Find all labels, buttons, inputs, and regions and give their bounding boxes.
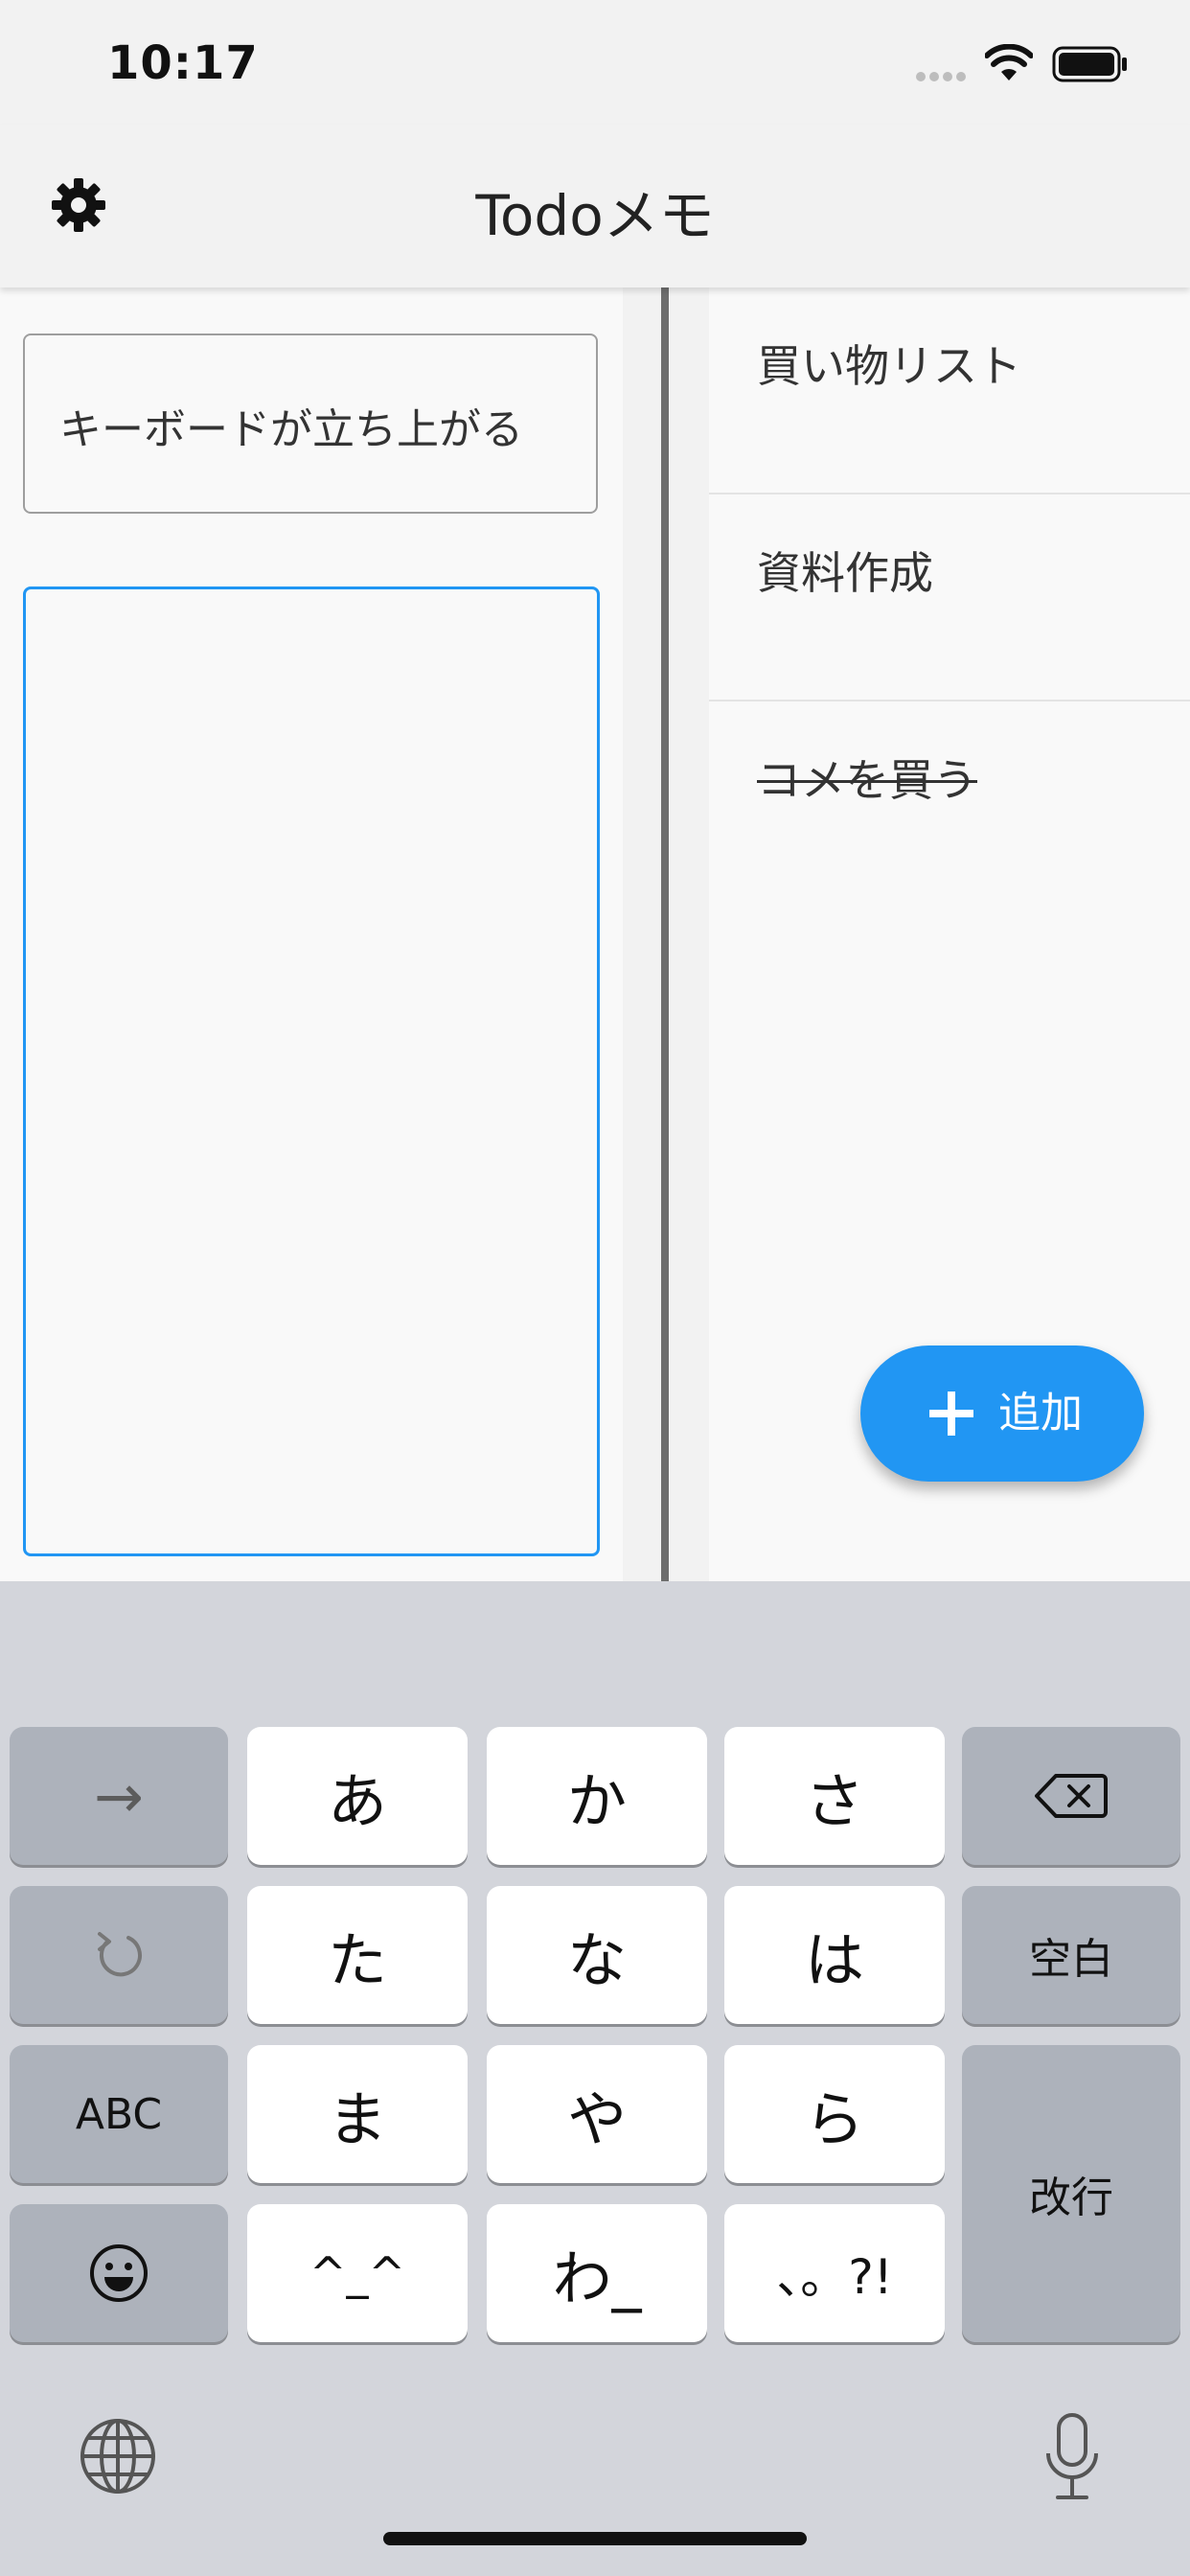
key-undo[interactable] <box>10 1886 228 2024</box>
signal-icon <box>916 0 973 125</box>
title-input[interactable]: キーボードが立ち上がる <box>23 334 598 514</box>
key-ma[interactable]: ま <box>247 2045 468 2183</box>
key-sa[interactable]: さ <box>724 1727 945 1865</box>
todo-item-document[interactable]: 資料作成 <box>709 494 1190 702</box>
key-a[interactable]: あ <box>247 1727 468 1865</box>
wifi-icon <box>985 44 1033 80</box>
status-time: 10:17 <box>107 36 259 90</box>
key-ra[interactable]: ら <box>724 2045 945 2183</box>
plus-icon <box>929 1392 973 1436</box>
key-emoji[interactable] <box>10 2204 228 2342</box>
key-ha[interactable]: は <box>724 1886 945 2024</box>
key-punctuation[interactable]: 、。?! <box>724 2204 945 2342</box>
pane-divider[interactable] <box>661 288 669 1581</box>
todo-item-shopping-list[interactable]: 買い物リスト <box>709 288 1190 494</box>
todo-item-label: コメを買う <box>757 754 977 806</box>
key-kaomoji[interactable]: ^_^ <box>247 2204 468 2342</box>
key-na[interactable]: な <box>487 1886 707 2024</box>
todo-item-label: 買い物リスト <box>757 340 1021 392</box>
key-delete[interactable] <box>962 1727 1180 1865</box>
status-bar: 10:17 <box>0 0 1190 125</box>
microphone-icon[interactable] <box>1041 2411 1104 2503</box>
key-wa[interactable]: わ_ <box>487 2204 707 2342</box>
key-abc[interactable]: ABC <box>10 2045 228 2183</box>
key-enter[interactable]: 改行 <box>962 2045 1180 2342</box>
app-bar: Todoメモ <box>0 125 1190 288</box>
key-ta[interactable]: た <box>247 1886 468 2024</box>
home-indicator[interactable] <box>383 2532 807 2545</box>
add-button[interactable]: 追加 <box>860 1346 1144 1482</box>
key-space[interactable]: 空白 <box>962 1886 1180 2024</box>
undo-icon <box>98 1932 142 1977</box>
title-input-value: キーボードが立ち上がる <box>59 405 523 454</box>
delete-icon <box>1035 1774 1108 1818</box>
body-textarea[interactable] <box>23 586 600 1556</box>
battery-icon <box>1052 46 1127 82</box>
key-arrow[interactable]: → <box>10 1727 228 1865</box>
add-button-label: 追加 <box>998 1389 1083 1438</box>
emoji-icon <box>90 2244 148 2302</box>
todo-item-label: 資料作成 <box>757 547 933 599</box>
todo-item-buy-rice[interactable]: コメを買う <box>709 702 1190 908</box>
key-ka[interactable]: か <box>487 1727 707 1865</box>
software-keyboard: → あ か さ た な は 空白 ABC ま や ら 改行 ^_^ わ_ 、。?… <box>0 1581 1190 2576</box>
key-ya[interactable]: や <box>487 2045 707 2183</box>
page-title: Todoメモ <box>475 183 715 248</box>
globe-icon[interactable] <box>79 2417 157 2496</box>
